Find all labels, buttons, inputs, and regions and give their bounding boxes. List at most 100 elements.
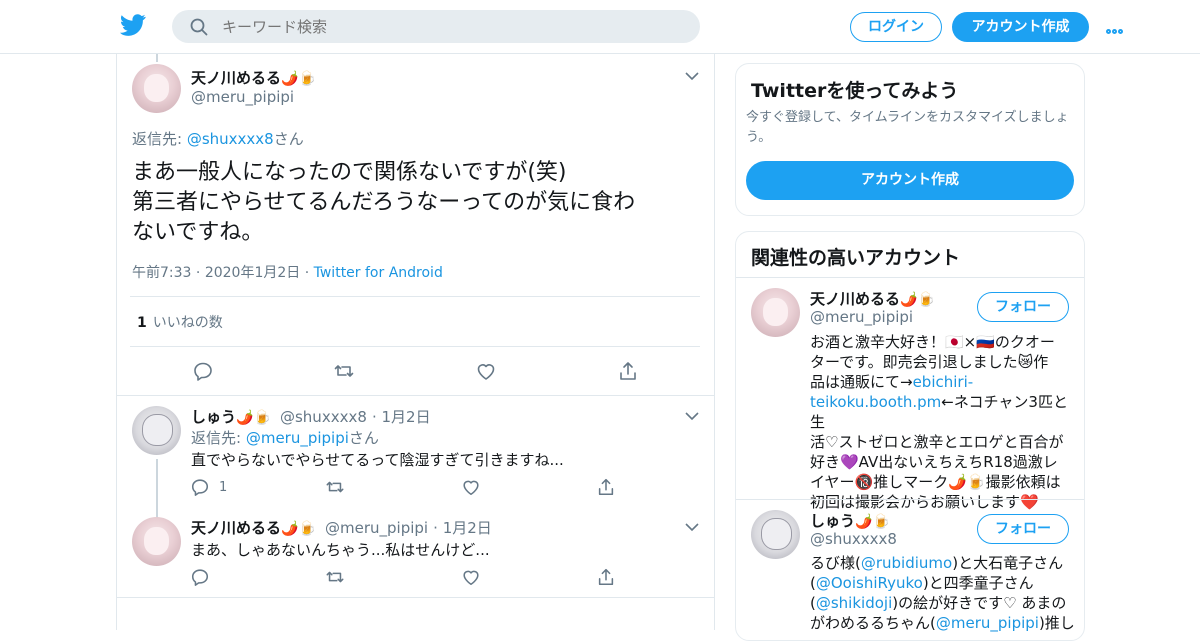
author-display-name[interactable]: しゅう bbox=[191, 408, 236, 426]
author-name[interactable]: 天ノ川めるる🌶️🍺 bbox=[191, 67, 316, 88]
retweet-icon[interactable] bbox=[325, 477, 345, 497]
follow-button[interactable]: フォロー bbox=[977, 514, 1069, 544]
bio-text: )の絵が好きです♡ あまの bbox=[892, 594, 1067, 612]
avatar[interactable] bbox=[751, 510, 800, 559]
tweet-text-line: まあ一般人になったので関係ないですが(笑) bbox=[132, 160, 567, 185]
author-handle[interactable]: @shuxxxx8 bbox=[280, 408, 367, 426]
bio-link[interactable]: @rubidiumo bbox=[861, 554, 952, 572]
account-name[interactable]: 天ノ川めるる🌶️🍺 bbox=[810, 288, 935, 309]
chevron-down-icon[interactable] bbox=[685, 523, 699, 532]
card-subtitle: 今すぐ登録して、タイムラインをカスタマイズしましょ う。 bbox=[746, 108, 1081, 148]
name-emoji: 🌶️🍺 bbox=[900, 292, 935, 308]
tweet-text: まあ、しゃあないんちゃう...私はせんけど... bbox=[191, 541, 490, 559]
avatar[interactable] bbox=[132, 406, 181, 455]
tweet-header: 天ノ川めるる🌶️🍺 @meru_pipipi · 1月2日 bbox=[191, 519, 492, 537]
like-icon[interactable] bbox=[475, 360, 497, 382]
avatar[interactable] bbox=[132, 517, 181, 566]
author-handle[interactable]: @meru_pipipi bbox=[191, 88, 294, 106]
tweet-meta: 午前7:33 · 2020年1月2日 · Twitter for Android bbox=[132, 265, 443, 281]
like-icon[interactable] bbox=[461, 567, 481, 587]
card-subtitle-line: う。 bbox=[746, 130, 772, 145]
retweet-icon[interactable] bbox=[333, 360, 355, 382]
more-icon[interactable] bbox=[1106, 19, 1130, 34]
bio-link[interactable]: @meru_pipipi bbox=[936, 614, 1039, 632]
card-title: 関連性の高いアカウント bbox=[751, 247, 961, 269]
login-button[interactable]: ログイン bbox=[850, 12, 942, 42]
avatar[interactable] bbox=[132, 64, 181, 113]
bio-link[interactable]: @OoishiRyuko bbox=[816, 574, 923, 592]
bio-text: )と大石竜子さん bbox=[952, 554, 1064, 572]
divider bbox=[736, 277, 1084, 278]
bio-line: 好き💜AV出ないえちえちR18過激レ bbox=[810, 453, 1058, 471]
bio-link[interactable]: teikoku.booth.pm bbox=[810, 393, 941, 411]
bio-line: イヤー🔞推しマーク🌶️🍺撮影依頼は bbox=[810, 473, 1061, 491]
related-accounts-card: 関連性の高いアカウント 天ノ川めるる🌶️🍺 @meru_pipipi フォロー … bbox=[735, 231, 1085, 641]
signup-button[interactable]: アカウント作成 bbox=[952, 12, 1089, 42]
search-input[interactable] bbox=[222, 10, 682, 43]
share-icon[interactable] bbox=[596, 477, 616, 497]
bio-text: )と四季童子さん bbox=[922, 574, 1034, 592]
signup-button[interactable]: アカウント作成 bbox=[746, 161, 1074, 200]
top-bar: ログイン アカウント作成 bbox=[0, 0, 1200, 54]
like-count: 1 bbox=[137, 315, 147, 331]
chevron-down-icon[interactable] bbox=[685, 412, 699, 421]
card-title: Twitterを使ってみよう bbox=[751, 80, 959, 102]
twitter-bird-icon[interactable] bbox=[120, 14, 146, 36]
account-display-name[interactable]: しゅう bbox=[810, 512, 855, 530]
divider bbox=[736, 499, 1084, 500]
name-emoji: 🌶️🍺 bbox=[855, 514, 890, 530]
tweet-text-line: 第三者にやらせてるんだろうなーってのが気に食わ bbox=[132, 190, 636, 215]
like-icon[interactable] bbox=[461, 477, 481, 497]
follow-button[interactable]: フォロー bbox=[977, 292, 1069, 322]
bio-line: 活♡ストゼロと激辛とエロゲと百合が bbox=[810, 433, 1064, 451]
search-icon bbox=[190, 18, 208, 36]
bio-text: るび様( bbox=[810, 554, 861, 572]
reply-to-link[interactable]: @shuxxxx8 bbox=[187, 130, 274, 148]
tweet-thread: 天ノ川めるる🌶️🍺 @meru_pipipi 返信先: @shuxxxx8さん … bbox=[116, 54, 715, 630]
tweet-date[interactable]: 2020年1月2日 bbox=[205, 265, 300, 281]
name-emoji: 🌶️🍺 bbox=[236, 410, 271, 426]
account-bio: お酒と激辛大好き！🇯🇵×🇷🇺のクオー ターです。即売会引退しました😿作 品は通販… bbox=[810, 332, 1070, 512]
thread-line bbox=[156, 54, 158, 62]
try-twitter-card: Twitterを使ってみよう 今すぐ登録して、タイムラインをカスタマイズしましょ… bbox=[735, 63, 1085, 216]
share-icon[interactable] bbox=[596, 567, 616, 587]
reply-prefix: 返信先: bbox=[191, 429, 246, 447]
author-display-name[interactable]: 天ノ川めるる bbox=[191, 519, 281, 537]
author-handle[interactable]: @meru_pipipi bbox=[325, 519, 428, 537]
account-bio: るび様(@rubidiumo)と大石竜子さん (@OoishiRyuko)と四季… bbox=[810, 553, 1078, 633]
retweet-icon[interactable] bbox=[325, 567, 345, 587]
account-name[interactable]: しゅう🌶️🍺 bbox=[810, 510, 890, 531]
reply-icon[interactable] bbox=[190, 567, 210, 587]
account-display-name[interactable]: 天ノ川めるる bbox=[810, 290, 900, 308]
name-emoji: 🌶️🍺 bbox=[281, 71, 316, 87]
tweet-date[interactable]: 1月2日 bbox=[443, 519, 492, 537]
author-display-name[interactable]: 天ノ川めるる bbox=[191, 69, 281, 87]
chevron-down-icon[interactable] bbox=[685, 72, 699, 81]
bio-text: がわめるるちゃん( bbox=[810, 614, 936, 632]
reply-suffix: さん bbox=[348, 429, 379, 447]
tweet-time[interactable]: 午前7:33 bbox=[132, 265, 191, 281]
reply-icon[interactable] bbox=[192, 360, 214, 382]
reply-icon[interactable] bbox=[190, 477, 210, 497]
bio-text: )推し bbox=[1038, 614, 1075, 632]
bio-line: 初回は撮影会からお願いします❤️ bbox=[810, 493, 1039, 511]
tweet-source-link[interactable]: Twitter for Android bbox=[314, 265, 443, 281]
like-count-row[interactable]: 1 いいねの数 bbox=[137, 312, 223, 332]
account-handle[interactable]: @shuxxxx8 bbox=[810, 530, 897, 548]
reply-suffix: さん bbox=[273, 130, 304, 148]
bio-line: お酒と激辛大好き！🇯🇵×🇷🇺のクオー bbox=[810, 333, 1055, 351]
reply-count: 1 bbox=[219, 480, 228, 495]
tweet-text-line: ないですね。 bbox=[132, 220, 264, 245]
bio-link[interactable]: @shikidoji bbox=[816, 594, 892, 612]
bio-text: 品は通販にて→ bbox=[810, 373, 913, 391]
account-handle[interactable]: @meru_pipipi bbox=[810, 308, 913, 326]
reply-to-link[interactable]: @meru_pipipi bbox=[246, 429, 349, 447]
bio-link[interactable]: ebichiri- bbox=[913, 373, 974, 391]
reply-context: 返信先: @meru_pipipiさん bbox=[191, 427, 379, 448]
search-bar[interactable] bbox=[172, 10, 700, 43]
tweet-date[interactable]: 1月2日 bbox=[382, 408, 431, 426]
divider bbox=[117, 597, 715, 598]
avatar[interactable] bbox=[751, 288, 800, 337]
card-subtitle-line: 今すぐ登録して、タイムラインをカスタマイズしましょ bbox=[746, 110, 1069, 125]
share-icon[interactable] bbox=[617, 360, 639, 382]
